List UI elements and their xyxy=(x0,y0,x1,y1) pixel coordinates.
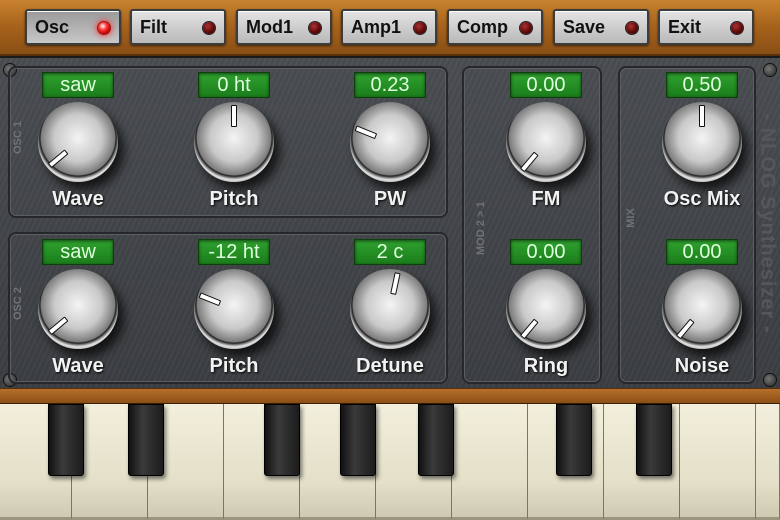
led-indicator-icon xyxy=(520,22,532,34)
led-indicator-icon xyxy=(731,22,743,34)
led-indicator-icon xyxy=(309,22,321,34)
tab-comp-label: Comp xyxy=(457,17,508,37)
knob-indicator xyxy=(390,272,401,295)
ring-label: Ring xyxy=(523,355,569,377)
osc2-wave-label: Wave xyxy=(52,355,104,377)
black-key[interactable] xyxy=(340,404,376,476)
white-key[interactable] xyxy=(452,404,528,520)
mix-section-label: MIX xyxy=(625,208,637,228)
osc1-section-label: OSC 1 xyxy=(12,120,24,154)
knob-indicator xyxy=(47,149,69,169)
black-key[interactable] xyxy=(128,404,164,476)
led-indicator-icon xyxy=(98,22,110,34)
tab-save-label: Save xyxy=(563,17,606,37)
ring-display: 0.00 xyxy=(510,239,582,265)
knob-indicator xyxy=(519,318,539,340)
osc2-wave-display: saw xyxy=(42,239,114,265)
knob-indicator xyxy=(198,292,222,307)
black-key[interactable] xyxy=(48,404,84,476)
osc2-detune-label: Detune xyxy=(356,355,424,377)
black-key[interactable] xyxy=(636,404,672,476)
top-toolbar: Osc Filt Mod1 Amp1 Comp Save Exit xyxy=(0,0,780,56)
tab-mod1-label: Mod1 xyxy=(246,17,293,37)
tab-exit-label: Exit xyxy=(668,17,702,37)
fm-knob[interactable] xyxy=(506,102,586,182)
noise-label: Noise xyxy=(674,355,730,377)
osc2-detune-knob[interactable] xyxy=(350,269,430,349)
tab-filt-button[interactable]: Filt xyxy=(130,9,226,45)
white-key[interactable] xyxy=(756,404,780,520)
fm-display: 0.00 xyxy=(510,72,582,98)
osc2-pitch-label: Pitch xyxy=(209,355,259,377)
osc2-pitch-display: -12 ht xyxy=(198,239,270,265)
osc1-pw-display: 0.23 xyxy=(354,72,426,98)
osc2-detune-display: 2 c xyxy=(354,239,426,265)
piano-keyboard xyxy=(0,404,780,520)
black-key[interactable] xyxy=(418,404,454,476)
white-key[interactable] xyxy=(680,404,756,520)
tab-amp1-button[interactable]: Amp1 xyxy=(341,9,437,45)
osc1-pw-label: PW xyxy=(373,188,407,210)
led-indicator-icon xyxy=(203,22,215,34)
black-key[interactable] xyxy=(264,404,300,476)
knob-indicator xyxy=(519,151,539,173)
osc1-pitch-label: Pitch xyxy=(209,188,259,210)
led-indicator-icon xyxy=(626,22,638,34)
synth-control-panel: OSC 1 OSC 2 MOD 2 > 1 MIX - NLOG Synthes… xyxy=(0,58,780,390)
black-key[interactable] xyxy=(556,404,592,476)
noise-knob[interactable] xyxy=(662,269,742,349)
tab-save-button[interactable]: Save xyxy=(553,9,649,45)
tab-amp1-label: Amp1 xyxy=(351,17,402,37)
osc1-wave-display: saw xyxy=(42,72,114,98)
wood-trim xyxy=(0,388,780,404)
osc2-section-label: OSC 2 xyxy=(12,286,24,320)
knob-indicator xyxy=(675,318,695,340)
osc-mix-display: 0.50 xyxy=(666,72,738,98)
ring-knob[interactable] xyxy=(506,269,586,349)
osc-mix-label: Osc Mix xyxy=(663,188,741,210)
osc2-pitch-knob[interactable] xyxy=(194,269,274,349)
brand-title: - NLOG Synthesizer - xyxy=(756,113,779,334)
osc1-pw-knob[interactable] xyxy=(350,102,430,182)
tab-comp-button[interactable]: Comp xyxy=(447,9,543,45)
fm-label: FM xyxy=(531,188,561,210)
osc2-wave-knob[interactable] xyxy=(38,269,118,349)
osc1-pitch-display: 0 ht xyxy=(198,72,270,98)
osc1-wave-knob[interactable] xyxy=(38,102,118,182)
tab-osc-button[interactable]: Osc xyxy=(25,9,121,45)
osc1-pitch-knob[interactable] xyxy=(194,102,274,182)
screw-icon xyxy=(764,64,776,76)
osc1-wave-label: Wave xyxy=(52,188,104,210)
osc-mix-knob[interactable] xyxy=(662,102,742,182)
knob-indicator xyxy=(699,105,705,127)
led-indicator-icon xyxy=(414,22,426,34)
knob-indicator xyxy=(231,105,237,127)
tab-mod1-button[interactable]: Mod1 xyxy=(236,9,332,45)
screw-icon xyxy=(764,374,776,386)
tab-filt-label: Filt xyxy=(140,17,167,37)
tab-exit-button[interactable]: Exit xyxy=(658,9,754,45)
knob-indicator xyxy=(354,125,378,140)
knob-indicator xyxy=(47,316,69,336)
noise-display: 0.00 xyxy=(666,239,738,265)
tab-osc-label: Osc xyxy=(35,17,70,37)
